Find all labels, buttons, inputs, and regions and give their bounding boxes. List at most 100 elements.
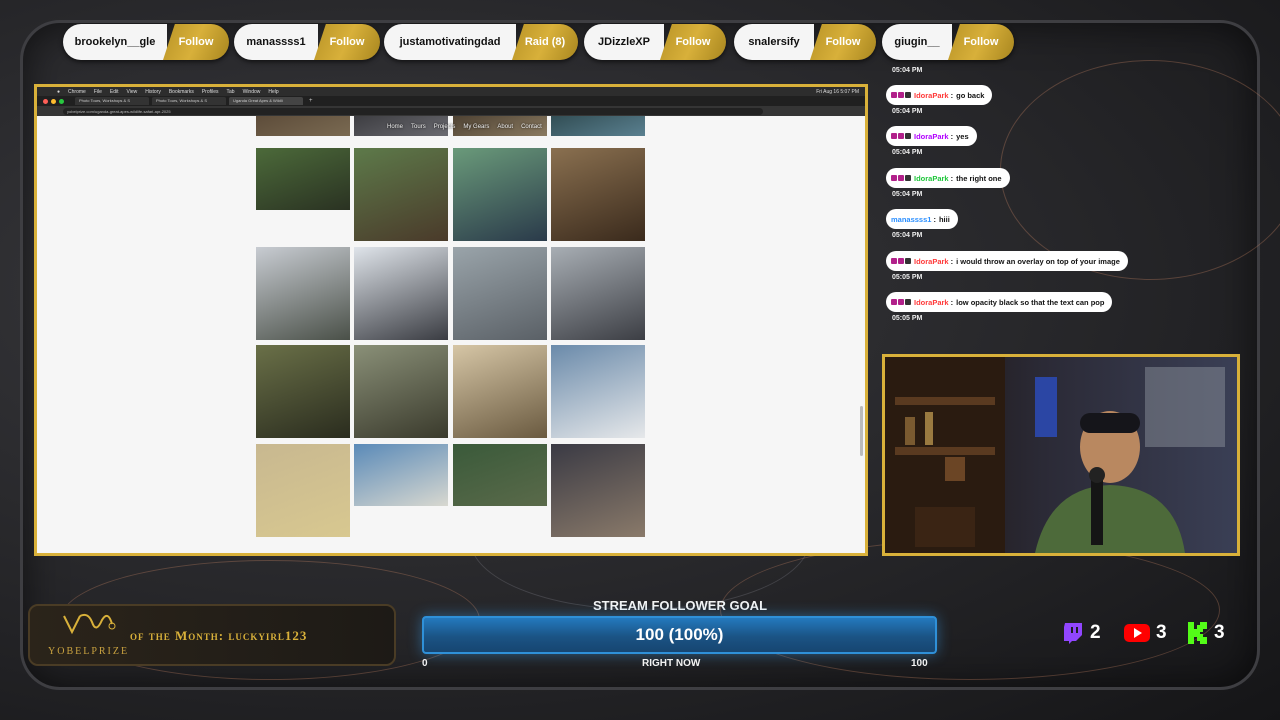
chat-message: manassss1: hiii <box>886 209 958 229</box>
menu-history[interactable]: History <box>145 89 161 95</box>
menu-profiles[interactable]: Profiles <box>202 89 219 95</box>
follower-pill: snalersify Follow <box>734 24 876 60</box>
gallery-photo[interactable] <box>256 345 350 438</box>
user-badges <box>891 92 911 98</box>
goal-max: 100 <box>911 658 928 669</box>
chat-text: low opacity black so that the text can p… <box>956 297 1105 307</box>
chat-username: manassss1 <box>891 214 932 224</box>
follower-action-label: Follow <box>314 24 380 60</box>
mac-menubar: ● Chrome File Edit View History Bookmark… <box>37 87 865 96</box>
nav-tours[interactable]: Tours <box>411 124 426 130</box>
follower-pill: giugin__ Follow <box>882 24 1014 60</box>
chat-text: yes <box>956 131 969 141</box>
address-bar: yobelprize.com/uganda-great-apes-wildlif… <box>37 106 865 116</box>
goal-time: RIGHT NOW <box>642 658 701 669</box>
user-badges <box>891 133 911 139</box>
follower-action-label: Raid (8) <box>512 24 578 60</box>
follower-action-label: Follow <box>948 24 1014 60</box>
menu-window[interactable]: Window <box>243 89 261 95</box>
chat-username: IdoraPark <box>914 173 949 183</box>
close-window-button[interactable] <box>43 98 48 104</box>
chat-text: go back <box>956 90 985 100</box>
twitch-count: 2 <box>1062 622 1101 644</box>
chat-username: IdoraPark <box>914 256 949 266</box>
chat-timestamp: 05:04 PM <box>892 149 923 156</box>
gallery-photo[interactable] <box>354 148 448 241</box>
chat-timestamp: 05:04 PM <box>892 232 923 239</box>
chat-timestamp: 05:04 PM <box>892 108 923 115</box>
tab-strip: Photo Tours, Workshops & S Photo Tours, … <box>37 96 865 106</box>
chat-separator: : <box>950 256 954 266</box>
url-field[interactable]: yobelprize.com/uganda-great-apes-wildlif… <box>63 107 763 115</box>
menu-edit[interactable]: Edit <box>110 89 119 95</box>
chat-message: IdoraPark: the right one <box>886 168 1010 188</box>
site-nav: Home Tours Projects My Gears About Conta… <box>387 124 542 130</box>
nav-home[interactable]: Home <box>387 124 403 130</box>
follower-pill: brookelyn__gle Follow <box>63 24 229 60</box>
gallery-photo[interactable] <box>354 247 448 340</box>
new-tab-icon[interactable]: + <box>309 98 313 104</box>
menu-chrome[interactable]: Chrome <box>68 89 86 95</box>
user-badges <box>891 175 911 181</box>
minimize-window-button[interactable] <box>51 98 56 104</box>
gallery-photo[interactable] <box>256 148 350 210</box>
browser-window: ● Chrome File Edit View History Bookmark… <box>34 84 868 556</box>
user-badges <box>891 258 911 264</box>
webcam-feed <box>882 354 1240 556</box>
zoom-window-button[interactable] <box>59 98 64 104</box>
nav-contact[interactable]: Contact <box>521 124 542 130</box>
gallery-photo[interactable] <box>256 116 350 136</box>
gallery-photo[interactable] <box>551 247 645 340</box>
logo-text: YOBELPRIZE <box>48 646 130 657</box>
follower-name: manassss1 <box>234 24 318 60</box>
kick-count: 3 <box>1188 622 1225 644</box>
page-scrollbar[interactable] <box>860 406 863 456</box>
chat-username: IdoraPark <box>914 90 949 100</box>
nav-my-gears[interactable]: My Gears <box>463 124 489 130</box>
gallery-photo[interactable] <box>453 148 547 241</box>
chat-username: IdoraPark <box>914 297 949 307</box>
apple-icon: ● <box>57 88 61 95</box>
gallery-photo[interactable] <box>551 148 645 241</box>
twitch-icon <box>1064 623 1082 644</box>
menu-tab[interactable]: Tab <box>227 89 235 95</box>
goal-value: 100 (100%) <box>635 625 724 644</box>
gallery-photo[interactable] <box>256 247 350 340</box>
chat-message: IdoraPark: low opacity black so that the … <box>886 292 1113 312</box>
chat-username: IdoraPark <box>914 131 949 141</box>
browser-tab-3[interactable]: Uganda Great Apes & Wildli <box>229 97 303 105</box>
chat-message: IdoraPark: i would throw an overlay on to… <box>886 251 1128 271</box>
stream-overlay: brookelyn__gle Follow manassss1 Follow justa… <box>0 0 1280 720</box>
chat-timestamp: 05:04 PM <box>892 67 923 74</box>
follower-name: justamotivatingdad <box>384 24 516 60</box>
chat-text: the right one <box>956 173 1002 183</box>
nav-about[interactable]: About <box>497 124 513 130</box>
youtube-count: 3 <box>1124 622 1167 644</box>
chat-message: IdoraPark: yes <box>886 126 977 146</box>
menu-help[interactable]: Help <box>268 89 278 95</box>
browser-tab-2[interactable]: Photo Tours, Workshops & S <box>152 97 226 105</box>
gallery-photo[interactable] <box>256 444 350 537</box>
chat-text: i would throw an overlay on top of your … <box>956 256 1120 266</box>
gallery-photo[interactable] <box>354 345 448 438</box>
goal-title: STREAM FOLLOWER GOAL <box>592 598 768 613</box>
chat-separator: : <box>950 173 954 183</box>
youtube-icon <box>1124 624 1150 642</box>
gallery-photo[interactable] <box>453 345 547 438</box>
sub-of-month-panel: YOBELPRIZE of the Month: luckyirl123 <box>28 604 396 666</box>
web-page: Home Tours Projects My Gears About Conta… <box>37 116 865 553</box>
gallery-photo[interactable] <box>551 116 645 136</box>
browser-tab-1[interactable]: Photo Tours, Workshops & S <box>75 97 149 105</box>
gallery-photo[interactable] <box>354 444 448 506</box>
nav-projects[interactable]: Projects <box>434 124 456 130</box>
gallery-photo[interactable] <box>551 345 645 438</box>
gallery-photo[interactable] <box>551 444 645 537</box>
user-badges <box>891 299 911 305</box>
gallery-photo[interactable] <box>453 247 547 340</box>
menu-view[interactable]: View <box>127 89 138 95</box>
yobelprize-logo-icon <box>63 613 116 635</box>
gallery-photo[interactable] <box>453 444 547 506</box>
menu-bookmarks[interactable]: Bookmarks <box>169 89 194 95</box>
kick-icon <box>1188 622 1207 644</box>
menu-file[interactable]: File <box>94 89 102 95</box>
